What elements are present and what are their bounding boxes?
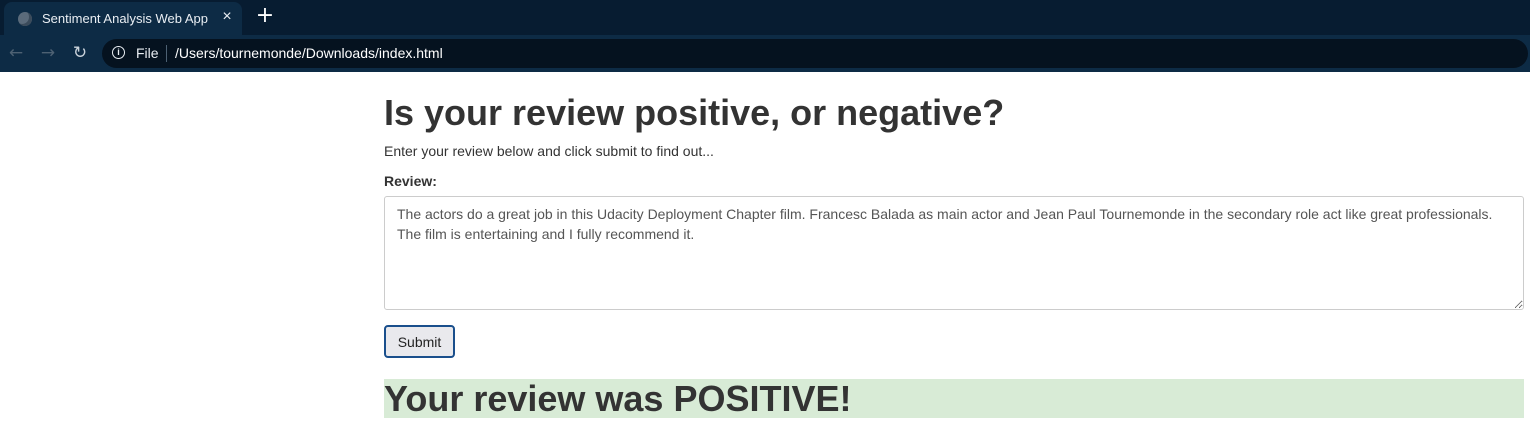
forward-arrow-icon[interactable]: → (36, 41, 60, 65)
review-textarea[interactable]: The actors do a great job in this Udacit… (384, 196, 1524, 310)
review-label: Review: (384, 173, 437, 189)
intro-text: Enter your review below and click submit… (384, 143, 714, 159)
close-icon[interactable]: × (218, 8, 236, 26)
result-text: Your review was POSITIVE! (384, 378, 852, 419)
reload-icon[interactable]: ↻ (68, 41, 92, 65)
page-content: Is your review positive, or negative? En… (0, 72, 1530, 431)
tab-title: Sentiment Analysis Web App (42, 11, 208, 26)
browser-toolbar: ← → ↻ i File /Users/tournemonde/Download… (0, 35, 1530, 72)
browser-tab[interactable]: Sentiment Analysis Web App × (4, 2, 242, 35)
back-arrow-icon[interactable]: ← (4, 41, 28, 65)
tab-strip: Sentiment Analysis Web App × + (0, 0, 1530, 35)
result-banner: Your review was POSITIVE! (384, 378, 1524, 419)
scheme-label: File (136, 45, 159, 61)
address-bar[interactable]: i File /Users/tournemonde/Downloads/inde… (102, 39, 1528, 68)
submit-button[interactable]: Submit (384, 325, 455, 358)
page-title: Is your review positive, or negative? (384, 92, 1005, 133)
address-divider (166, 45, 167, 62)
info-icon[interactable]: i (112, 46, 125, 59)
globe-icon (18, 12, 32, 26)
url-text[interactable]: /Users/tournemonde/Downloads/index.html (175, 45, 443, 61)
new-tab-icon[interactable]: + (254, 5, 276, 28)
